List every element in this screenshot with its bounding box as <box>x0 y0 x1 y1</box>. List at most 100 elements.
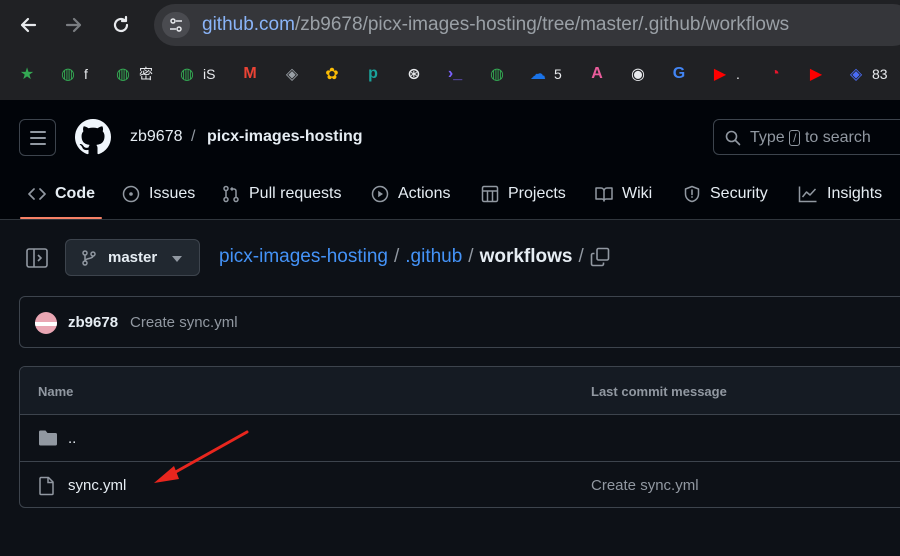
tab-issues[interactable]: Issues <box>122 170 195 218</box>
github-icon: ◉ <box>631 66 645 83</box>
p-icon: p <box>368 65 378 82</box>
bookmark-item[interactable]: ›_ <box>445 62 465 86</box>
youtube-icon: ▶ <box>809 66 823 83</box>
git-branch-icon <box>82 250 96 266</box>
tab-security-label: Security <box>710 185 768 202</box>
weibo-icon: ◔ <box>770 65 780 82</box>
browser-toolbar: github.com/zb9678/picx-images-hosting/tr… <box>0 0 900 100</box>
folder-icon <box>39 430 57 446</box>
bookmark-item[interactable]: ✿ <box>322 62 342 86</box>
caret-down-icon <box>172 256 182 262</box>
bookmark-item[interactable]: ⊛ <box>404 62 424 86</box>
tab-code[interactable]: Code <box>28 170 95 218</box>
bookmark-item[interactable]: ◉ <box>628 62 648 86</box>
url-text: github.com/zb9678/picx-images-hosting/tr… <box>202 14 789 36</box>
book-icon <box>595 187 613 202</box>
table-row-parent-dir[interactable]: .. <box>20 415 900 462</box>
globe-icon: ◍ <box>490 66 504 83</box>
repo-name-link[interactable]: picx-images-hosting <box>207 128 363 146</box>
bookmark-item[interactable]: p <box>363 62 383 86</box>
bookmark-item[interactable]: ▶. <box>710 62 740 86</box>
branch-selector-button[interactable]: master <box>65 239 200 276</box>
bookmark-item[interactable]: M <box>240 62 260 86</box>
reload-button[interactable] <box>106 10 136 40</box>
play-icon <box>371 185 389 203</box>
tab-projects-label: Projects <box>508 185 566 202</box>
search-input[interactable]: Type / to search <box>713 119 900 155</box>
avatar[interactable] <box>35 312 57 334</box>
bookmark-item[interactable]: ◍ f <box>58 62 88 86</box>
bookmark-item[interactable]: ◍ <box>487 62 507 86</box>
openai-icon: ⊛ <box>407 66 421 83</box>
bookmark-item[interactable]: ◍ 密 <box>113 62 153 86</box>
star-icon: ★ <box>19 66 35 83</box>
globe-icon: ◍ <box>61 66 75 83</box>
bookmark-label: 密 <box>139 66 153 82</box>
repo-owner-link[interactable]: zb9678 <box>130 128 183 146</box>
globe-icon: ◍ <box>180 66 194 83</box>
bookmark-item[interactable]: ▶ <box>806 62 826 86</box>
bookmark-item[interactable]: ◈ 83 <box>846 62 888 86</box>
app-icon: ◈ <box>285 66 299 83</box>
file-table-header: Name Last commit message <box>20 367 900 415</box>
breadcrumb-separator: / <box>578 246 584 267</box>
tab-insights[interactable]: Insights <box>798 170 882 218</box>
commit-message-link[interactable]: Create sync.yml <box>130 314 238 331</box>
breadcrumb-current: workflows <box>479 246 573 267</box>
search-placeholder-start: Type <box>750 129 785 146</box>
tab-actions[interactable]: Actions <box>371 170 450 218</box>
site-info-icon[interactable] <box>162 12 190 38</box>
branch-name: master <box>108 249 158 266</box>
github-header: zb9678 / picx-images-hosting Type / to s… <box>0 100 900 220</box>
tab-wiki[interactable]: Wiki <box>595 170 652 218</box>
onedrive-icon: ☁ <box>530 66 546 83</box>
tab-projects[interactable]: Projects <box>481 170 566 218</box>
bookmark-label: . <box>736 66 740 82</box>
menu-button[interactable] <box>19 119 56 156</box>
bookmark-item[interactable]: ◍ iS <box>177 62 215 86</box>
table-row-sync-yml[interactable]: sync.yml Create sync.yml <box>20 462 900 507</box>
row-commit-message[interactable]: Create sync.yml <box>591 477 699 494</box>
bookmark-item[interactable]: ★ <box>17 62 37 86</box>
pull-request-icon <box>223 185 239 203</box>
active-tab-indicator <box>20 217 102 219</box>
search-shortcut-key: / <box>789 130 801 146</box>
bookmark-label: f <box>84 66 88 82</box>
tab-pull-requests[interactable]: Pull requests <box>222 170 342 218</box>
breadcrumb-dir-link[interactable]: .github <box>405 246 462 268</box>
breadcrumb-separator: / <box>468 246 474 267</box>
back-button[interactable] <box>13 10 43 40</box>
tab-actions-label: Actions <box>398 185 451 202</box>
bookmark-item[interactable]: ◔ <box>765 62 785 86</box>
tab-issues-label: Issues <box>149 185 196 202</box>
commit-author-link[interactable]: zb9678 <box>68 314 118 331</box>
tab-wiki-label: Wiki <box>622 185 653 202</box>
bookmark-item[interactable]: G <box>669 62 689 86</box>
bookmark-item[interactable]: A <box>587 62 607 86</box>
parent-dir-link[interactable]: .. <box>68 430 76 447</box>
gmail-icon: M <box>243 65 257 82</box>
file-table: Name Last commit message .. sync.yml Cre… <box>19 366 900 508</box>
sidebar-toggle-icon[interactable] <box>26 248 48 268</box>
issue-icon <box>122 185 140 203</box>
arrow-left-icon <box>20 17 37 33</box>
bookmark-item[interactable]: ◈ <box>282 62 302 86</box>
graph-icon <box>798 186 817 203</box>
address-bar[interactable]: github.com/zb9678/picx-images-hosting/tr… <box>154 4 900 46</box>
github-logo-icon[interactable] <box>75 119 111 155</box>
arrow-right-icon <box>65 17 82 33</box>
photos-icon: ✿ <box>325 66 339 83</box>
url-path: /zb9678/picx-images-hosting/tree/master/… <box>294 14 790 35</box>
column-header-last-commit: Last commit message <box>591 384 727 399</box>
bookmarks-bar: ★ ◍ f ◍ 密 ◍ iS M ◈ ✿ p ⊛ ›_ ◍ ☁ 5 A ◉ G ▶. ◔ ▶ ◈ 83 <box>0 58 900 90</box>
bookmark-label: 83 <box>872 66 888 82</box>
file-name-link[interactable]: sync.yml <box>68 477 126 494</box>
bookmark-item[interactable]: ☁ 5 <box>528 62 562 86</box>
youtube-icon: ▶ <box>713 66 727 83</box>
url-host: github.com <box>202 14 295 35</box>
tab-security[interactable]: Security <box>683 170 768 218</box>
globe-icon: ◍ <box>116 66 130 83</box>
copy-path-icon[interactable] <box>590 247 610 267</box>
forward-button[interactable] <box>59 10 89 40</box>
breadcrumb-repo-link[interactable]: picx-images-hosting <box>219 246 388 268</box>
